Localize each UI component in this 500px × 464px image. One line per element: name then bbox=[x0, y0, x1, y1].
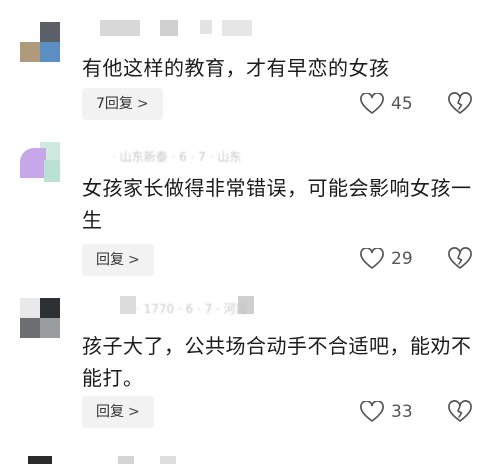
heart-outline-icon bbox=[360, 401, 384, 422]
like-button[interactable]: 45 bbox=[360, 91, 413, 117]
chevron-right-icon: > bbox=[136, 96, 149, 112]
reply-label: 回复 bbox=[96, 404, 124, 420]
heart-outline-icon bbox=[360, 93, 384, 114]
reply-label: 回复 bbox=[96, 252, 124, 268]
comment-list: 有他这样的教育，才有早恋的女孩 7回复 > 45 · 山东新泰 · 6 · 7 ·… bbox=[0, 0, 500, 464]
reply-label: 7回复 bbox=[96, 96, 133, 112]
avatar[interactable] bbox=[20, 456, 60, 464]
avatar[interactable] bbox=[20, 298, 60, 338]
comment-text: 有他这样的教育，才有早恋的女孩 bbox=[82, 56, 390, 80]
reply-button[interactable]: 回复 > bbox=[82, 244, 154, 276]
comment-item: · 1770 · 6 · 7 · 河南 孩子大了，公共场合动手不合适吧，能劝不能… bbox=[0, 290, 500, 440]
broken-heart-icon[interactable] bbox=[448, 92, 472, 116]
reply-button[interactable]: 7回复 > bbox=[82, 88, 163, 120]
comment-meta: · 1770 · 6 · 7 · 河南 bbox=[136, 302, 248, 316]
comment-text: 孩子大了，公共场合动手不合适吧，能劝不能打。 bbox=[82, 334, 472, 390]
broken-heart-icon[interactable] bbox=[448, 400, 472, 424]
comment-item: · 山东新泰 · 6 · 7 · 山东 女孩家长做得非常错误，可能会影响女孩一生… bbox=[0, 140, 500, 290]
username-blurred: · 山东新泰 · 6 · 7 · 山东 bbox=[82, 148, 342, 170]
like-count: 45 bbox=[391, 94, 413, 114]
chevron-right-icon: > bbox=[128, 404, 140, 420]
like-button[interactable]: 33 bbox=[360, 399, 413, 425]
comment-item-partial bbox=[0, 456, 500, 464]
username-blurred bbox=[82, 20, 342, 42]
avatar[interactable] bbox=[20, 22, 60, 62]
username-blurred: · 1770 · 6 · 7 · 河南 bbox=[82, 296, 342, 318]
username-blurred bbox=[82, 456, 342, 464]
reply-button[interactable]: 回复 > bbox=[82, 396, 154, 428]
like-count: 33 bbox=[391, 402, 413, 422]
chevron-right-icon: > bbox=[128, 252, 140, 268]
comment-item: 有他这样的教育，才有早恋的女孩 7回复 > 45 bbox=[0, 0, 500, 140]
like-count: 29 bbox=[391, 249, 413, 269]
heart-outline-icon bbox=[360, 248, 384, 269]
comment-text: 女孩家长做得非常错误，可能会影响女孩一生 bbox=[82, 176, 472, 232]
broken-heart-icon[interactable] bbox=[448, 247, 472, 271]
avatar[interactable] bbox=[20, 142, 60, 182]
comment-meta: · 山东新泰 · 6 · 7 · 山东 bbox=[112, 150, 242, 164]
like-button[interactable]: 29 bbox=[360, 246, 413, 272]
